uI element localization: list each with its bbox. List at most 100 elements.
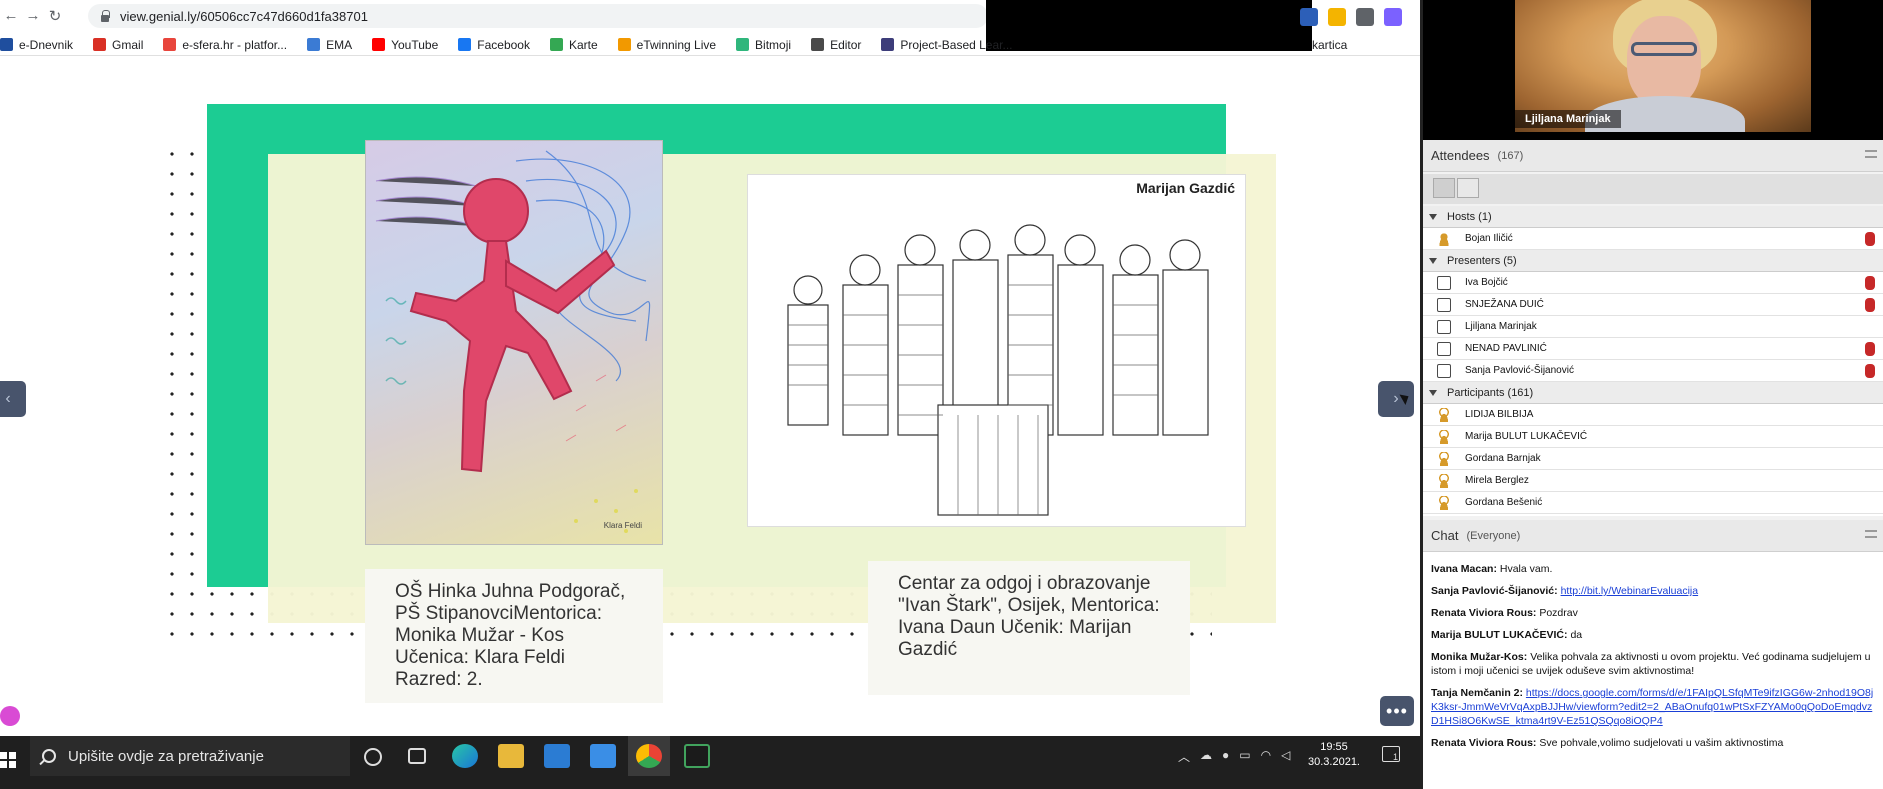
chat-message: Sanja Pavlović-Šijanović: http://bit.ly/… (1431, 584, 1875, 598)
attendee-row[interactable]: Bojan Iličić (1423, 228, 1883, 250)
bookmark-label: EMA (326, 37, 353, 52)
address-bar[interactable]: view.genial.ly/60506cc7c47d660d1fa38701 (88, 4, 988, 28)
bookmarks-bar: e-Dnevnik Gmail e-sfera.hr - platfor... EMA… (0, 34, 1420, 56)
task-view-icon[interactable] (408, 748, 426, 764)
extension-icon[interactable] (1328, 8, 1346, 26)
attendee-row[interactable]: Iva Bojčić (1423, 272, 1883, 294)
taskbar-search-placeholder: Upišite ovdje za pretraživanje (68, 747, 264, 765)
battery-icon[interactable]: ▭ (1239, 748, 1250, 765)
chat-text: Hvala vam. (1499, 563, 1553, 575)
panel-menu-icon[interactable] (1865, 150, 1877, 158)
participant-icon (1437, 473, 1451, 488)
muted-mic-icon[interactable] (1865, 276, 1875, 290)
attendee-name: Iva Bojčić (1465, 277, 1508, 288)
bookmark-item[interactable]: YouTube (372, 38, 438, 52)
bookmark-item[interactable]: Facebook (458, 38, 530, 52)
extension-icon[interactable] (1300, 8, 1318, 26)
chat-messages: Ivana Macan: Hvala vam. Sanja Pavlović-Ši… (1423, 552, 1883, 789)
bookmark-item[interactable]: Project-Based Lear... (881, 38, 1012, 52)
chrome-icon[interactable] (636, 744, 662, 768)
bookmark-label: e-sfera.hr - platfor... (182, 37, 288, 52)
bookmark-item[interactable]: Bitmoji (736, 38, 791, 52)
collapse-triangle-icon[interactable] (1429, 257, 1437, 264)
bookmark-item[interactable]: EMA (307, 38, 352, 52)
bookmark-item[interactable]: Editor (811, 38, 861, 52)
attendee-row[interactable]: LIDIJA BILBIJA (1423, 404, 1883, 426)
bookmark-item[interactable]: eTwinning Live (617, 37, 717, 52)
attendee-group-header[interactable]: Presenters (5) (1423, 250, 1883, 272)
webex-icon[interactable] (684, 744, 710, 768)
chevron-up-icon[interactable]: ︿ (1178, 748, 1190, 765)
taskbar-search[interactable]: Upišite ovdje za pretraživanje (30, 736, 350, 776)
bookmark-item[interactable]: Karte (549, 38, 598, 52)
bookmark-item[interactable]: e-sfera.hr - platfor... (163, 38, 287, 52)
url-text[interactable]: view.genial.ly/60506cc7c47d660d1fa38701 (120, 9, 368, 24)
prev-slide-button[interactable]: ‹ (0, 381, 26, 417)
profile-icon[interactable] (1384, 8, 1402, 26)
chat-message: Ivana Macan: Hvala vam. (1431, 562, 1875, 576)
attendee-row[interactable]: NENAD PAVLINIĆ (1423, 338, 1883, 360)
volume-icon[interactable]: ◁ (1281, 748, 1290, 765)
attendees-header: Attendees (167) (1423, 140, 1883, 172)
muted-mic-icon[interactable] (1865, 364, 1875, 378)
bookmark-label: Facebook (477, 37, 530, 52)
chat-title: Chat (1431, 528, 1459, 543)
bookmark-label: Editor (830, 37, 862, 52)
onedrive-icon[interactable]: ☁ (1200, 748, 1212, 765)
forward-icon[interactable]: → (22, 5, 44, 27)
more-options-button[interactable]: ••• (1380, 696, 1414, 726)
attendee-row[interactable]: Gordana Barnjak (1423, 448, 1883, 470)
drawing-title: Marijan Gazdić (1136, 180, 1235, 196)
muted-mic-icon[interactable] (1865, 232, 1875, 246)
attendee-row[interactable]: Sanja Pavlović-Šijanović (1423, 360, 1883, 382)
search-icon (42, 749, 56, 763)
bookmark-label: eTwinning Live (636, 37, 717, 52)
participant-icon (1437, 407, 1451, 422)
bookmark-item[interactable]: e-Dnevnik (0, 38, 73, 52)
chat-sender: Tanja Nemčanin 2: (1431, 687, 1523, 699)
edge-icon[interactable] (452, 744, 478, 768)
collapse-triangle-icon[interactable] (1429, 389, 1437, 396)
presenter-icon (1437, 341, 1451, 356)
chat-link[interactable]: http://bit.ly/WebinarEvaluacija (1561, 585, 1699, 597)
notification-icon[interactable]: 1 (1382, 746, 1400, 762)
presenter-icon (1437, 297, 1451, 312)
etwinning-icon (617, 38, 631, 51)
attendee-row[interactable]: Mirela Berglez (1423, 470, 1883, 492)
collapse-triangle-icon[interactable] (1429, 213, 1437, 220)
cortana-icon[interactable] (364, 748, 382, 766)
network-icon[interactable]: ◠ (1261, 748, 1271, 765)
video-area: Ljiljana Marinjak (1423, 0, 1883, 140)
genially-logo-icon[interactable] (0, 706, 20, 726)
reload-icon[interactable]: ↻ (44, 5, 66, 27)
back-icon[interactable]: ← (0, 5, 22, 27)
bookmark-label: Bitmoji (755, 37, 792, 52)
panel-menu-icon[interactable] (1865, 530, 1877, 538)
presenter-icon (1437, 363, 1451, 378)
pbl-icon (881, 38, 895, 51)
file-explorer-icon[interactable] (498, 744, 524, 768)
list-view-icon[interactable] (1433, 178, 1455, 198)
muted-mic-icon[interactable] (1865, 298, 1875, 312)
bookmark-item[interactable]: Gmail (93, 38, 143, 52)
muted-mic-icon[interactable] (1865, 342, 1875, 356)
start-icon[interactable] (0, 752, 16, 768)
clock[interactable]: 19:55 30.3.2021. (1308, 740, 1360, 770)
esfera-icon (163, 38, 177, 51)
attendee-group-header[interactable]: Hosts (1) (1423, 206, 1883, 228)
attendee-row[interactable]: Marija BULUT LUKAČEVIĆ (1423, 426, 1883, 448)
store-icon[interactable] (544, 744, 570, 768)
chat-sender: Monika Mužar-Kos: (1431, 651, 1528, 663)
attendee-group-header[interactable]: Participants (161) (1423, 382, 1883, 404)
puzzle-icon[interactable] (1356, 8, 1374, 26)
microphone-icon[interactable]: ● (1222, 748, 1229, 765)
bookmark-other[interactable]: kartica (1312, 38, 1347, 52)
attendee-row[interactable]: SNJEŽANA DUIĆ (1423, 294, 1883, 316)
artist-signature: Klara Feldi (603, 521, 642, 530)
participant-icon (1437, 451, 1451, 466)
attendee-name: Marija BULUT LUKAČEVIĆ (1465, 431, 1588, 442)
attendee-row[interactable]: Ljiljana Marinjak (1423, 316, 1883, 338)
mail-icon[interactable] (590, 744, 616, 768)
attendee-row[interactable]: Gordana Bešenić (1423, 492, 1883, 514)
thumbnail-view-icon[interactable] (1457, 178, 1479, 198)
